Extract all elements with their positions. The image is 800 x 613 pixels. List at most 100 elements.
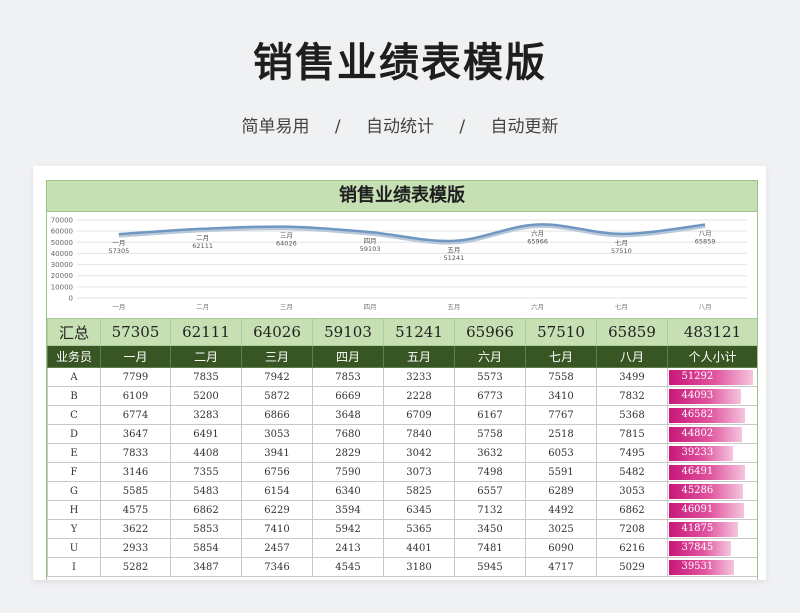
month-value-cell[interactable]: 7840	[383, 424, 455, 444]
month-value-cell[interactable]: 2457	[241, 538, 313, 558]
month-value-cell[interactable]: 6090	[525, 538, 597, 558]
personal-total-cell[interactable]: 45286	[667, 481, 757, 501]
summary-cell[interactable]: 59103	[312, 318, 384, 346]
month-value-cell[interactable]: 2829	[312, 443, 384, 463]
month-value-cell[interactable]: 5200	[170, 386, 242, 406]
month-value-cell[interactable]: 3053	[596, 481, 668, 501]
month-value-cell[interactable]: 7799	[100, 367, 171, 387]
month-value-cell[interactable]: 2518	[525, 424, 597, 444]
month-value-cell[interactable]: 6053	[525, 443, 597, 463]
month-value-cell[interactable]: 7346	[241, 557, 313, 577]
personal-total-cell[interactable]: 46091	[667, 500, 757, 520]
month-value-cell[interactable]: 3053	[241, 424, 313, 444]
column-header[interactable]: 三月	[241, 345, 313, 368]
month-value-cell[interactable]: 3632	[454, 443, 526, 463]
month-value-cell[interactable]: 6229	[241, 500, 313, 520]
month-value-cell[interactable]: 2228	[383, 386, 455, 406]
month-value-cell[interactable]: 5758	[454, 424, 526, 444]
month-value-cell[interactable]: 3410	[525, 386, 597, 406]
month-value-cell[interactable]: 4408	[170, 443, 242, 463]
month-value-cell[interactable]: 6774	[100, 405, 171, 425]
month-value-cell[interactable]: 5825	[383, 481, 455, 501]
month-value-cell[interactable]: 7498	[454, 462, 526, 482]
month-value-cell[interactable]: 5482	[596, 462, 668, 482]
month-value-cell[interactable]: 3450	[454, 519, 526, 539]
personal-total-cell[interactable]: 41875	[667, 519, 757, 539]
month-value-cell[interactable]: 7410	[241, 519, 313, 539]
personal-total-cell[interactable]: 39531	[667, 557, 757, 577]
month-value-cell[interactable]: 3487	[170, 557, 242, 577]
month-value-cell[interactable]: 3648	[312, 405, 384, 425]
month-value-cell[interactable]: 4717	[525, 557, 597, 577]
salesperson-cell[interactable]: G	[47, 481, 101, 501]
salesperson-cell[interactable]: U	[47, 538, 101, 558]
month-value-cell[interactable]: 6167	[454, 405, 526, 425]
month-value-cell[interactable]: 6154	[241, 481, 313, 501]
personal-total-cell[interactable]: 46491	[667, 462, 757, 482]
month-value-cell[interactable]: 5585	[100, 481, 171, 501]
month-value-cell[interactable]: 6866	[241, 405, 313, 425]
column-header[interactable]: 七月	[525, 345, 597, 368]
month-value-cell[interactable]: 7495	[596, 443, 668, 463]
month-value-cell[interactable]: 3283	[170, 405, 242, 425]
month-value-cell[interactable]: 4545	[312, 557, 384, 577]
salesperson-cell[interactable]: F	[47, 462, 101, 482]
column-header[interactable]: 一月	[100, 345, 171, 368]
month-value-cell[interactable]: 6491	[170, 424, 242, 444]
column-header[interactable]: 五月	[383, 345, 455, 368]
month-value-cell[interactable]: 2933	[100, 538, 171, 558]
month-value-cell[interactable]: 6756	[241, 462, 313, 482]
month-value-cell[interactable]: 5029	[596, 557, 668, 577]
personal-total-cell[interactable]: 44802	[667, 424, 757, 444]
month-value-cell[interactable]: 7355	[170, 462, 242, 482]
month-value-cell[interactable]: 6709	[383, 405, 455, 425]
summary-cell[interactable]: 65966	[454, 318, 526, 346]
month-value-cell[interactable]: 5854	[170, 538, 242, 558]
month-value-cell[interactable]: 5591	[525, 462, 597, 482]
month-value-cell[interactable]: 6109	[100, 386, 171, 406]
summary-cell[interactable]: 51241	[383, 318, 455, 346]
column-header[interactable]: 六月	[454, 345, 526, 368]
month-value-cell[interactable]: 3647	[100, 424, 171, 444]
summary-label[interactable]: 汇总	[47, 318, 101, 346]
month-value-cell[interactable]: 5942	[312, 519, 384, 539]
month-value-cell[interactable]: 6862	[170, 500, 242, 520]
month-value-cell[interactable]: 6773	[454, 386, 526, 406]
month-value-cell[interactable]: 7767	[525, 405, 597, 425]
month-value-cell[interactable]: 7853	[312, 367, 384, 387]
personal-total-cell[interactable]: 37845	[667, 538, 757, 558]
month-value-cell[interactable]: 7815	[596, 424, 668, 444]
column-header[interactable]: 业务员	[47, 345, 101, 368]
summary-cell[interactable]: 57510	[525, 318, 597, 346]
month-value-cell[interactable]: 3622	[100, 519, 171, 539]
summary-grand-total[interactable]: 483121	[667, 318, 757, 346]
column-header[interactable]: 个人小计	[667, 345, 757, 368]
month-value-cell[interactable]: 6289	[525, 481, 597, 501]
month-value-cell[interactable]: 3499	[596, 367, 668, 387]
column-header[interactable]: 二月	[170, 345, 242, 368]
month-value-cell[interactable]: 6862	[596, 500, 668, 520]
month-value-cell[interactable]: 6669	[312, 386, 384, 406]
month-value-cell[interactable]: 4401	[383, 538, 455, 558]
column-header[interactable]: 八月	[596, 345, 668, 368]
summary-cell[interactable]: 57305	[100, 318, 171, 346]
month-value-cell[interactable]: 6340	[312, 481, 384, 501]
month-value-cell[interactable]: 3180	[383, 557, 455, 577]
month-value-cell[interactable]: 3042	[383, 443, 455, 463]
month-value-cell[interactable]: 4492	[525, 500, 597, 520]
month-value-cell[interactable]: 5365	[383, 519, 455, 539]
salesperson-cell[interactable]: B	[47, 386, 101, 406]
month-value-cell[interactable]: 7942	[241, 367, 313, 387]
month-value-cell[interactable]: 5368	[596, 405, 668, 425]
month-value-cell[interactable]: 7132	[454, 500, 526, 520]
month-value-cell[interactable]: 7833	[100, 443, 171, 463]
month-value-cell[interactable]: 6345	[383, 500, 455, 520]
month-value-cell[interactable]: 5853	[170, 519, 242, 539]
salesperson-cell[interactable]: A	[47, 367, 101, 387]
month-value-cell[interactable]: 3594	[312, 500, 384, 520]
summary-cell[interactable]: 64026	[241, 318, 313, 346]
month-value-cell[interactable]: 3073	[383, 462, 455, 482]
month-value-cell[interactable]: 7208	[596, 519, 668, 539]
month-value-cell[interactable]: 7835	[170, 367, 242, 387]
month-value-cell[interactable]: 7481	[454, 538, 526, 558]
